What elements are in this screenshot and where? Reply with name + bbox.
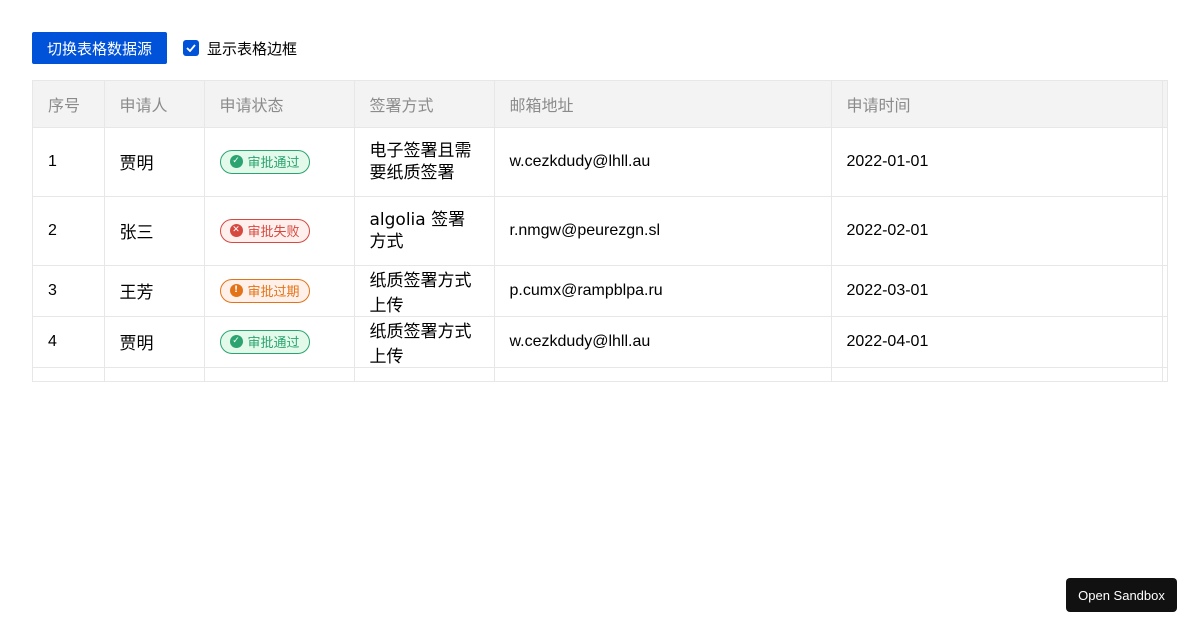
cell-date: 2022-03-01 bbox=[831, 265, 1163, 317]
column-header-applicant: 申请人 bbox=[104, 81, 205, 128]
cell-extra bbox=[1162, 316, 1167, 368]
cell-index: 3 bbox=[33, 265, 105, 317]
column-header-date: 申请时间 bbox=[831, 81, 1163, 128]
success-icon: ✓ bbox=[229, 335, 243, 348]
cell-applicant: 张三 bbox=[104, 196, 205, 266]
cell-status: ✕审批失败 bbox=[204, 367, 355, 381]
cell-sign-method: 电子签署且需要纸质签署 bbox=[354, 127, 495, 197]
cell-date: 2022-02-01 bbox=[831, 196, 1163, 266]
show-border-checkbox[interactable]: 显示表格边框 bbox=[183, 38, 297, 59]
cell-extra bbox=[1162, 127, 1167, 197]
cell-index: 5 bbox=[33, 367, 105, 381]
cell-email: p.cumx@rampblpa.ru bbox=[494, 265, 832, 317]
cell-index: 1 bbox=[33, 127, 105, 197]
open-sandbox-button[interactable]: Open Sandbox bbox=[1066, 578, 1177, 612]
cell-applicant: 贾明 bbox=[104, 127, 205, 197]
cell-email: w.cezkdudy@lhll.au bbox=[494, 127, 832, 197]
table-row: 3 王芳! 审批过期 纸质签署方式上传 p.cumx@rampblpa.ru 2022-0… bbox=[33, 265, 1167, 317]
column-header-sign-method: 签署方式 bbox=[354, 81, 495, 128]
checkbox-label: 显示表格边框 bbox=[207, 39, 298, 58]
cell-status: ✕ 审批失败 bbox=[204, 196, 355, 266]
cell-extra bbox=[1162, 196, 1167, 266]
column-header-extra bbox=[1162, 81, 1167, 128]
table-row: 4 贾明 ✓ 审批通过 纸质签署方式上传 w.cezkdudy@lhll.au 2022-0… bbox=[33, 316, 1167, 368]
status-label: 审批通过 bbox=[247, 336, 300, 351]
cell-status: ! 审批过期 bbox=[204, 265, 355, 317]
table-row: 5张三✕审批失败电子签署且需要纸质签署r.nmgw@peurezgn.sl202… bbox=[33, 367, 1167, 381]
cell-extra bbox=[1162, 367, 1167, 381]
cell-status: ✓ 审批通过 bbox=[204, 316, 355, 368]
cell-sign-method: 电子签署且需要纸质签署 bbox=[354, 367, 495, 381]
cell-applicant: 贾明 bbox=[104, 316, 205, 368]
cell-applicant: 张三 bbox=[104, 367, 205, 381]
table-row: 2 张三 ✕ 审批失败 algolia 签署方式 r.nmgw@peurezgn.sl 20… bbox=[33, 196, 1167, 266]
cell-email: r.nmgw@peurezgn.sl bbox=[494, 367, 832, 381]
column-header-status: 申请状态 bbox=[204, 81, 355, 128]
switch-datasource-button[interactable]: 切换表格数据源 bbox=[32, 32, 168, 64]
status-label: 审批通过 bbox=[247, 156, 300, 171]
cell-sign-method: algolia 签署方式 bbox=[354, 196, 495, 266]
cell-date: 2022-01-01 bbox=[831, 367, 1163, 381]
cell-status: ✓ 审批通过 bbox=[204, 127, 355, 197]
toolbar: 切换表格数据源 显示表格边框 bbox=[32, 32, 297, 64]
status-badge: ✓ 审批通过 bbox=[219, 149, 310, 174]
checkbox-checked-icon[interactable] bbox=[183, 40, 200, 56]
status-badge: ✓ 审批通过 bbox=[219, 329, 310, 354]
cell-date: 2022-01-01 bbox=[831, 127, 1163, 197]
column-header-index: 序号 bbox=[33, 81, 105, 128]
success-icon: ✓ bbox=[229, 155, 243, 168]
table-header-row: 序号 申请人 申请状态 签署方式 邮箱地址 申请时间 bbox=[33, 81, 1167, 128]
data-table: 序号 申请人 申请状态 签署方式 邮箱地址 申请时间 1 贾明 ✓ 审批通过 电子签署且… bbox=[32, 80, 1168, 382]
cell-email: w.cezkdudy@lhll.au bbox=[494, 316, 832, 368]
cell-index: 4 bbox=[33, 316, 105, 368]
status-badge: ! 审批过期 bbox=[219, 278, 310, 303]
warning-icon: ! bbox=[229, 284, 243, 297]
status-label: 审批失败 bbox=[247, 225, 300, 240]
table-row: 1 贾明 ✓ 审批通过 电子签署且需要纸质签署 w.cezkdudy@lhll.au 202… bbox=[33, 127, 1167, 197]
cell-sign-method: 纸质签署方式上传 bbox=[354, 265, 495, 317]
cell-extra bbox=[1162, 265, 1167, 317]
cell-index: 2 bbox=[33, 196, 105, 266]
cell-email: r.nmgw@peurezgn.sl bbox=[494, 196, 832, 266]
cell-sign-method: 纸质签署方式上传 bbox=[354, 316, 495, 368]
column-header-email: 邮箱地址 bbox=[494, 81, 832, 128]
status-label: 审批过期 bbox=[247, 285, 300, 300]
cell-date: 2022-04-01 bbox=[831, 316, 1163, 368]
status-badge: ✕ 审批失败 bbox=[219, 218, 310, 243]
cell-applicant: 王芳 bbox=[104, 265, 205, 317]
error-icon: ✕ bbox=[229, 224, 243, 237]
